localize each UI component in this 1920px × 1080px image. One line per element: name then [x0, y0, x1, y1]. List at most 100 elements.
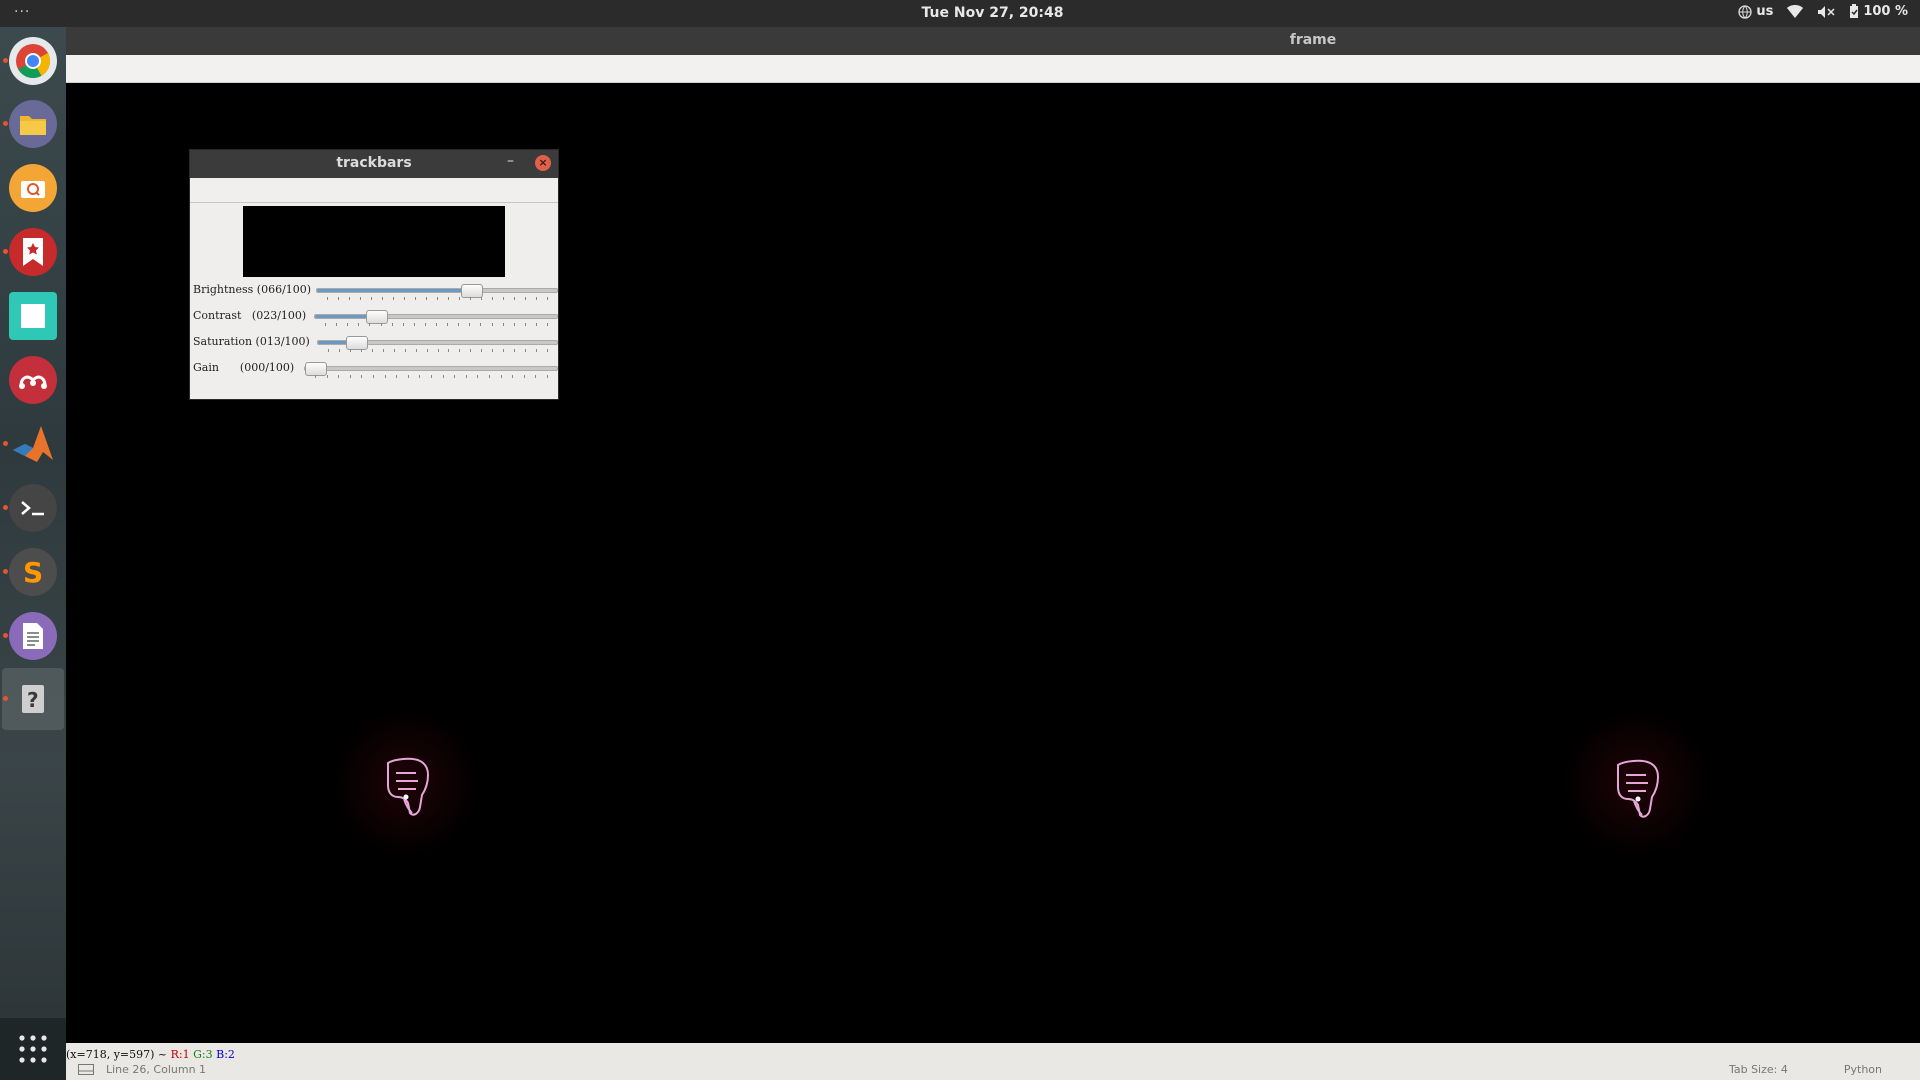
- frame-window-titlebar[interactable]: frame: [66, 27, 1920, 55]
- bookmark-launcher[interactable]: [3, 228, 57, 276]
- slider-tick: [436, 323, 437, 326]
- battery-label: 100 %: [1863, 4, 1908, 19]
- editor-status-left: Line 26, Column 1: [78, 1063, 206, 1076]
- trackbars-toolbar: [190, 178, 558, 203]
- pixel-coords: (x=718, y=597) ~: [66, 1048, 171, 1061]
- camera-search-icon: [21, 181, 45, 198]
- trackbars-window: trackbars – × Brightness (066/100) Contr…: [189, 149, 559, 400]
- slider-tick: [459, 297, 460, 300]
- saturation-label: Saturation (013/100): [193, 335, 310, 348]
- slider-tick: [513, 323, 515, 326]
- slider-tick: [349, 375, 351, 378]
- running-indicator: [3, 633, 8, 638]
- volume-muted-icon[interactable]: [1817, 5, 1835, 19]
- slider-handle[interactable]: [346, 336, 369, 350]
- question-mark-icon: ?: [22, 685, 44, 713]
- tab-size[interactable]: Tab Size: 4: [1729, 1063, 1788, 1076]
- slider-tick: [477, 375, 479, 378]
- slider-tick: [369, 323, 371, 326]
- files-launcher[interactable]: [3, 100, 57, 148]
- slider-tick: [481, 349, 483, 352]
- slider-tick: [469, 323, 471, 326]
- star-bookmark-icon: [23, 238, 43, 266]
- slider-tick: [547, 297, 548, 300]
- folder-icon: [20, 116, 46, 135]
- terminal-launcher[interactable]: [3, 484, 57, 532]
- slider-tick: [402, 323, 404, 326]
- editor-status-right: Tab Size: 4 Python: [1729, 1063, 1882, 1076]
- sublime-text-launcher[interactable]: S: [3, 548, 57, 596]
- wifi-icon[interactable]: [1787, 4, 1804, 19]
- slider-tick: [371, 297, 372, 300]
- slider-tick: [393, 349, 395, 352]
- slider-fill: [317, 289, 472, 292]
- brightness-slider[interactable]: [316, 284, 558, 298]
- contrast-slider[interactable]: [314, 310, 558, 324]
- slider-tick: [371, 349, 373, 352]
- slider-tick: [535, 375, 537, 378]
- trackbars-titlebar[interactable]: trackbars – ×: [190, 150, 558, 178]
- pixel-g-value: G:3: [193, 1048, 213, 1061]
- slider-tick: [407, 375, 409, 378]
- launcher-dock: S ?: [0, 27, 66, 1080]
- slider-tick: [547, 349, 548, 352]
- running-indicator: [3, 505, 8, 510]
- trackbars-title: trackbars: [336, 155, 412, 171]
- slider-ticks: [327, 297, 548, 301]
- slider-tick: [448, 349, 450, 352]
- panel-toggle-icon[interactable]: [78, 1064, 94, 1075]
- slider-tick: [424, 323, 426, 326]
- clock[interactable]: Tue Nov 27, 20:48: [0, 5, 1920, 21]
- slider-tick: [360, 297, 361, 300]
- frame-window-title: frame: [1289, 32, 1337, 48]
- slider-handle[interactable]: [460, 284, 483, 298]
- slider-handle[interactable]: [365, 310, 388, 324]
- chrome-launcher[interactable]: [3, 37, 57, 85]
- slider-tick: [315, 375, 316, 378]
- slider-tick: [384, 375, 386, 378]
- globe-icon: [1738, 4, 1752, 19]
- pixel-b-value: B:2: [216, 1048, 235, 1061]
- slider-tick: [536, 349, 538, 352]
- slider-tick: [492, 297, 493, 300]
- slider-handle[interactable]: [305, 362, 327, 376]
- whiteboard-launcher[interactable]: [9, 292, 57, 340]
- pixel-r-value: R:1: [170, 1048, 190, 1061]
- slider-tick: [419, 375, 421, 378]
- slider-tick: [514, 349, 516, 352]
- slider-tick: [347, 323, 349, 326]
- slider-tick: [328, 349, 329, 352]
- slider-tick: [380, 323, 382, 326]
- screenshot-launcher[interactable]: [9, 164, 57, 212]
- saturation-slider[interactable]: [317, 336, 558, 350]
- slider-tick: [503, 297, 504, 300]
- minimize-button[interactable]: –: [507, 153, 514, 169]
- slider-tick: [442, 375, 444, 378]
- slider-tick: [447, 323, 449, 326]
- slider-tick: [382, 349, 384, 352]
- battery-indicator[interactable]: 100 %: [1849, 4, 1908, 19]
- terminal-icon: [21, 501, 44, 516]
- slider-tick: [523, 375, 525, 378]
- slider-tick: [426, 297, 427, 300]
- battery-icon: [1850, 4, 1859, 18]
- gain-slider[interactable]: [304, 362, 558, 376]
- show-applications-button[interactable]: [0, 1018, 66, 1080]
- slider-tick: [358, 323, 360, 326]
- close-button[interactable]: ×: [535, 155, 551, 171]
- text-editor-launcher[interactable]: [3, 612, 57, 660]
- slider-ticks: [325, 323, 548, 327]
- syntax-language[interactable]: Python: [1844, 1063, 1882, 1076]
- matlab-launcher[interactable]: [3, 420, 57, 468]
- slider-tick: [360, 349, 362, 352]
- running-indicator: [3, 249, 8, 254]
- app-grid-icon: [19, 1035, 47, 1063]
- unknown-app-launcher[interactable]: ?: [3, 675, 57, 723]
- slider-tick: [404, 349, 406, 352]
- whiteboard-icon: [21, 304, 45, 328]
- slider-tick: [491, 323, 493, 326]
- mendeley-launcher[interactable]: [9, 356, 57, 404]
- slider-tick: [327, 297, 328, 300]
- slider-tick: [437, 349, 439, 352]
- keyboard-layout-indicator[interactable]: us: [1738, 4, 1773, 19]
